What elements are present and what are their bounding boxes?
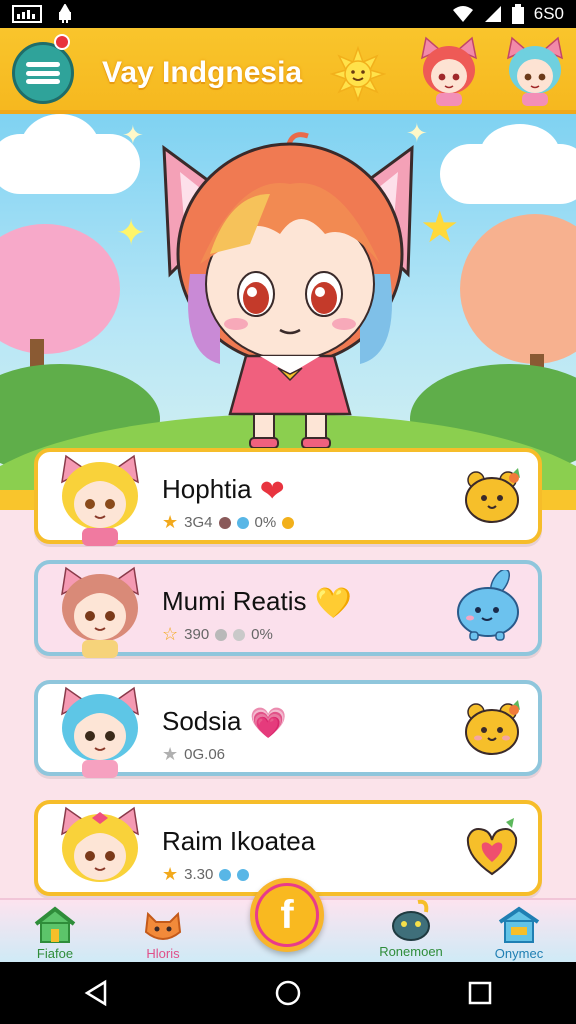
cloud bbox=[480, 124, 560, 184]
character-name: Hophtia ❤ bbox=[162, 474, 285, 508]
character-card-mumi-reatis[interactable]: Mumi Reatis 💛 ☆ 390 0% bbox=[34, 560, 542, 658]
menu-button[interactable] bbox=[12, 42, 74, 104]
center-action-button[interactable]: f bbox=[250, 878, 324, 952]
profile-avatar-blue[interactable] bbox=[500, 36, 570, 106]
screenshot-notification-icon bbox=[12, 5, 42, 23]
wifi-icon bbox=[452, 6, 473, 22]
house-icon bbox=[34, 906, 76, 943]
nav-label: Fiafoe bbox=[36, 946, 74, 961]
profile-avatar-red[interactable] bbox=[414, 36, 484, 106]
heart-icon: ❤ bbox=[259, 475, 285, 508]
star-icon: ☆ bbox=[162, 624, 179, 644]
battery-icon bbox=[511, 4, 524, 24]
star-icon: ★ bbox=[162, 744, 179, 764]
sun-icon bbox=[330, 46, 386, 102]
recents-icon[interactable] bbox=[465, 978, 495, 1008]
stat-dot bbox=[236, 516, 249, 529]
shop-icon bbox=[498, 906, 540, 943]
cloud bbox=[20, 114, 100, 184]
character-avatar bbox=[61, 806, 139, 882]
notification-badge bbox=[54, 34, 70, 50]
character-avatar bbox=[61, 686, 139, 778]
character-name: Sodsia 💗 bbox=[162, 706, 287, 740]
star-icon: ★ bbox=[162, 512, 179, 532]
character-stats: ★ 3.30 bbox=[162, 864, 250, 885]
character-stats: ★ 0G.06 bbox=[162, 744, 226, 764]
character-avatar bbox=[61, 454, 139, 546]
nav-label: Ronemoen bbox=[379, 944, 443, 959]
cat-pet-icon bbox=[392, 899, 430, 941]
character-name: Raim Ikoatea bbox=[162, 826, 316, 856]
pet-icon-heart-fruit[interactable] bbox=[460, 816, 524, 880]
heart-icon: 💛 bbox=[314, 587, 352, 620]
character-avatar bbox=[61, 566, 139, 658]
pet-icon-bear[interactable] bbox=[460, 464, 524, 528]
character-name: Mumi Reatis 💛 bbox=[162, 586, 352, 620]
android-debug-icon bbox=[58, 4, 72, 23]
stat-dot bbox=[218, 516, 231, 529]
status-bar: 6S0 bbox=[0, 0, 576, 28]
signal-icon bbox=[484, 6, 501, 22]
system-navigation-bar bbox=[0, 962, 576, 1024]
back-icon[interactable] bbox=[81, 978, 111, 1008]
character-stats: ★ 3G4 0% bbox=[162, 512, 295, 533]
pet-icon-bear[interactable] bbox=[460, 696, 524, 760]
stat-dot bbox=[233, 628, 246, 641]
nav-label: Onymec bbox=[494, 946, 544, 961]
app-screen: 6S0 Vay Indgnesia ✦ ✦ ✦ ★ Hophtia ❤ ★ 3G… bbox=[0, 0, 576, 1024]
fab-glyph: f bbox=[258, 886, 316, 944]
sparkle-icon: ✦ bbox=[122, 120, 144, 150]
fox-icon bbox=[144, 911, 182, 940]
main-character-illustration bbox=[162, 132, 414, 449]
nav-item-pets[interactable]: Ronemoen bbox=[366, 899, 456, 964]
nav-item-shop[interactable]: Onymec bbox=[474, 906, 564, 964]
pink-tree bbox=[0, 224, 120, 354]
character-card-sodsia[interactable]: Sodsia 💗 ★ 0G.06 bbox=[34, 680, 542, 778]
status-time: 6S0 bbox=[533, 4, 564, 23]
stat-dot bbox=[282, 516, 295, 529]
hamburger-icon bbox=[26, 62, 60, 84]
stat-dot bbox=[237, 868, 250, 881]
stat-dot bbox=[215, 628, 228, 641]
nav-item-home[interactable]: Fiafoe bbox=[10, 906, 100, 964]
star-icon: ★ bbox=[162, 864, 179, 884]
app-title: Vay Indgnesia bbox=[102, 56, 303, 89]
nav-item-friends[interactable]: Hloris bbox=[118, 906, 208, 964]
home-icon[interactable] bbox=[273, 978, 303, 1008]
nav-label: Hloris bbox=[146, 946, 180, 961]
character-card-hophtia[interactable]: Hophtia ❤ ★ 3G4 0% bbox=[34, 448, 542, 546]
app-header: Vay Indgnesia bbox=[0, 28, 576, 114]
pet-icon-blue-bunny[interactable] bbox=[452, 570, 524, 642]
character-stats: ☆ 390 0% bbox=[162, 624, 273, 644]
stat-dot bbox=[219, 868, 232, 881]
peach-tree bbox=[460, 214, 576, 364]
hero-scene: ✦ ✦ ✦ ★ bbox=[0, 114, 576, 494]
heart-icon: 💗 bbox=[249, 707, 287, 740]
sparkle-icon: ✦ bbox=[116, 212, 147, 253]
